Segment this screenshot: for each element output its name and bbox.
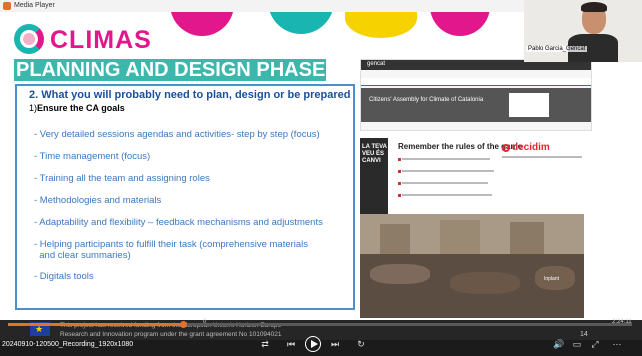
previous-button[interactable]: ⏮ — [284, 338, 298, 350]
assembly-photo: Inplant — [360, 214, 584, 318]
repeat-button[interactable]: ↻ — [354, 338, 368, 350]
play-button[interactable] — [305, 336, 321, 352]
seek-handle[interactable] — [179, 321, 187, 328]
bullet-item: - Very detailed sessions agendas and act… — [34, 129, 320, 140]
decidim-logo-icon — [502, 144, 510, 152]
current-time: 0 — [203, 319, 207, 325]
bullet-item: - Digitals tools — [34, 271, 94, 282]
content-box: 2. What you will probably need to plan, … — [15, 84, 355, 310]
subheading: 1)Ensure the CA goals — [29, 103, 125, 113]
decorative-circle — [430, 12, 490, 36]
photo-label: Inplant — [544, 276, 560, 282]
decidim-text: decidim — [512, 142, 550, 153]
play-icon — [311, 340, 318, 348]
player-controls: 0 2:24:11 20240910-120500_Recording_1920… — [0, 319, 642, 356]
slide-heading: PLANNING AND DESIGN PHASE — [14, 59, 326, 81]
fullscreen-button[interactable]: ⤢ — [588, 338, 602, 350]
window-title: Media Player — [14, 2, 55, 9]
decorative-circle — [170, 12, 234, 36]
bullet-item: - Time management (focus) — [34, 151, 151, 162]
bullet-item: - Training all the team and assigning ro… — [34, 173, 210, 184]
more-options-button[interactable]: ⋯ — [610, 338, 624, 350]
bullet-item: - Helping participants to fulfill their … — [34, 239, 309, 250]
webcam-overlay: Pablo Garcia_Gencat — [524, 0, 642, 62]
climas-logo: CLIMAS — [14, 24, 152, 60]
bullet-item-continuation: and clear summaries) — [34, 250, 131, 261]
next-button[interactable]: ⏭ — [328, 338, 342, 350]
bullet-item: - Adaptability and flexibility – feedbac… — [34, 217, 323, 228]
file-name: 20240910-120500_Recording_1920x1080 — [2, 341, 134, 348]
total-time: 2:24:11 — [612, 319, 632, 325]
shuffle-button[interactable]: ⇄ — [258, 338, 272, 350]
decorative-circle — [345, 12, 417, 38]
question-title: 2. What you will probably need to plan, … — [29, 89, 351, 101]
poster-image: LA TEVA VEU ÉS CANVI — [360, 138, 388, 214]
participant-name: Pablo Garcia_Gencat — [526, 46, 588, 52]
decorative-circle — [268, 12, 334, 34]
logo-text: CLIMAS — [50, 26, 152, 54]
media-player-icon — [3, 2, 11, 10]
web-brand: gencat — [367, 61, 386, 67]
website-screenshot: gencat Citizens' Assembly for Climate of… — [360, 59, 592, 131]
volume-button[interactable]: 🔊 — [552, 338, 566, 350]
seek-bar-progress — [8, 323, 183, 326]
rules-slide-section: LA TEVA VEU ÉS CANVI Remember the rules … — [360, 132, 592, 214]
bullet-item: - Methodologies and materials — [34, 195, 162, 206]
cast-button[interactable]: ▭ — [570, 338, 584, 350]
web-hero-title: Citizens' Assembly for Climate of Catalo… — [369, 97, 484, 103]
